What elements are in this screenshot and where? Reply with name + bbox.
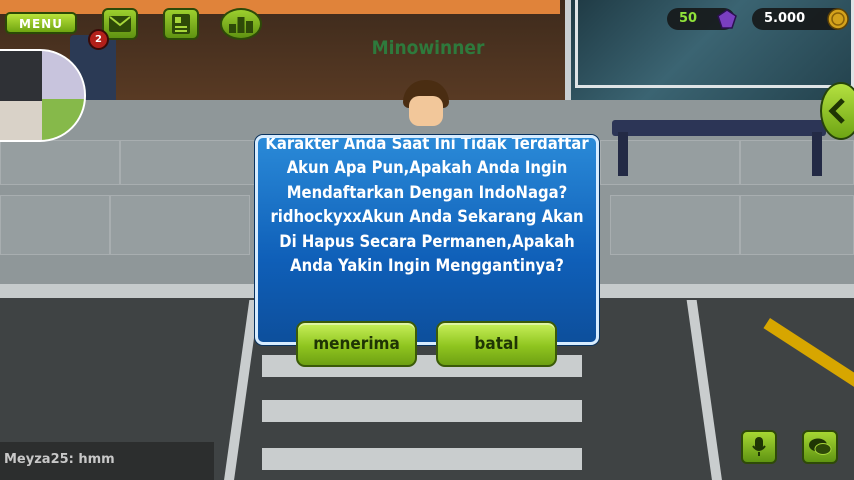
sidewalk-tile bbox=[110, 195, 250, 255]
mail-count-badge: 2 bbox=[88, 29, 109, 50]
avatar-photo bbox=[0, 101, 42, 140]
dialog-message: Karakter Anda Saat Ini Tidak Terdaftar A… bbox=[265, 135, 589, 276]
accept-button[interactable]: menerima bbox=[296, 321, 417, 367]
crosswalk-stripe bbox=[262, 400, 582, 422]
profile-button[interactable] bbox=[163, 8, 199, 40]
coin-icon bbox=[827, 8, 849, 30]
bench bbox=[612, 120, 826, 136]
chevron-left-icon bbox=[828, 98, 845, 124]
cancel-button[interactable]: batal bbox=[436, 321, 557, 367]
avatar-photo bbox=[0, 51, 42, 101]
trophy-icon bbox=[229, 17, 253, 33]
gem-icon bbox=[717, 9, 737, 29]
character-face bbox=[409, 96, 443, 126]
bench-leg bbox=[812, 132, 822, 176]
confirm-dialog: Karakter Anda Saat Ini Tidak Terdaftar A… bbox=[255, 135, 599, 345]
envelope-icon bbox=[109, 16, 131, 32]
coin-counter: 5.000 bbox=[752, 8, 849, 30]
crosswalk-stripe bbox=[262, 448, 582, 470]
wall-trim bbox=[0, 0, 560, 14]
bench-leg bbox=[618, 132, 628, 176]
avatar-collage bbox=[0, 49, 86, 142]
coin-amount: 5.000 bbox=[764, 11, 806, 26]
side-panel-toggle[interactable] bbox=[820, 82, 854, 140]
avatar-photo bbox=[42, 99, 84, 140]
chat-bubble-icon bbox=[809, 438, 832, 455]
sidewalk-tile bbox=[610, 195, 740, 255]
id-card-icon bbox=[172, 14, 190, 34]
sidewalk-tile bbox=[0, 195, 110, 255]
sidewalk-tile bbox=[740, 140, 854, 185]
voice-chat-button[interactable] bbox=[741, 430, 777, 464]
menu-button[interactable]: MENU bbox=[5, 12, 77, 34]
player-name-label: Minowinner bbox=[371, 37, 485, 59]
gem-amount: 50 bbox=[679, 11, 698, 26]
sidewalk-tile bbox=[0, 140, 120, 185]
sidewalk-tile bbox=[740, 195, 854, 255]
avatar-photo bbox=[42, 51, 84, 99]
sidewalk-tile bbox=[120, 140, 260, 185]
microphone-icon bbox=[752, 437, 766, 456]
ranking-button[interactable] bbox=[220, 8, 262, 40]
gem-counter: 50 bbox=[667, 8, 737, 30]
dialog-body: Karakter Anda Saat Ini Tidak Terdaftar A… bbox=[264, 138, 590, 338]
chat-message[interactable]: Meyza25: hmm bbox=[0, 442, 214, 480]
friend-avatar[interactable] bbox=[0, 49, 86, 142]
chat-button[interactable] bbox=[802, 430, 838, 464]
